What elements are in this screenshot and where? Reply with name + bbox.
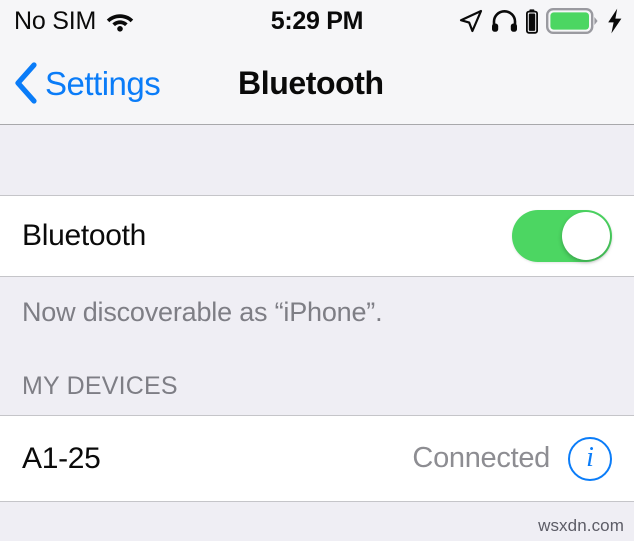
lightning-bolt-icon bbox=[606, 8, 624, 34]
discoverable-footer-text: Now discoverable as “iPhone”. bbox=[22, 297, 383, 327]
headphones-icon bbox=[491, 9, 518, 33]
page-title: Bluetooth bbox=[238, 65, 384, 101]
settings-content: Bluetooth Now discoverable as “iPhone”. … bbox=[0, 126, 634, 541]
clock-label: 5:29 PM bbox=[270, 6, 364, 35]
battery-icon bbox=[546, 8, 598, 34]
device-row[interactable]: A1-25 Connected i bbox=[0, 416, 634, 501]
navigation-bar: Settings Bluetooth bbox=[0, 42, 634, 125]
watermark: wsxdn.com bbox=[538, 516, 624, 535]
location-arrow-icon bbox=[459, 9, 483, 33]
device-status: Connected bbox=[412, 442, 550, 474]
chevron-left-icon bbox=[13, 62, 39, 104]
toggle-knob bbox=[562, 212, 610, 260]
my-devices-group: A1-25 Connected i bbox=[0, 415, 634, 502]
status-bar-left: No SIM bbox=[14, 6, 134, 35]
top-spacer bbox=[0, 126, 634, 195]
bluetooth-toggle-group: Bluetooth bbox=[0, 195, 634, 277]
bluetooth-toggle-row[interactable]: Bluetooth bbox=[0, 196, 634, 276]
back-button-label: Settings bbox=[45, 64, 161, 102]
carrier-label: No SIM bbox=[14, 6, 97, 35]
device-name: A1-25 bbox=[22, 441, 101, 475]
headphones-battery-icon bbox=[526, 8, 538, 34]
info-glyph: i bbox=[586, 441, 594, 473]
status-bar: No SIM 5:29 PM bbox=[0, 0, 634, 42]
info-circle-icon[interactable]: i bbox=[568, 436, 612, 481]
wifi-icon bbox=[106, 10, 134, 32]
bluetooth-toggle-label: Bluetooth bbox=[22, 219, 147, 252]
my-devices-header: MY DEVICES bbox=[22, 372, 178, 400]
back-button[interactable]: Settings bbox=[13, 62, 161, 104]
status-bar-right bbox=[459, 0, 624, 42]
bluetooth-toggle-switch[interactable] bbox=[512, 210, 612, 262]
